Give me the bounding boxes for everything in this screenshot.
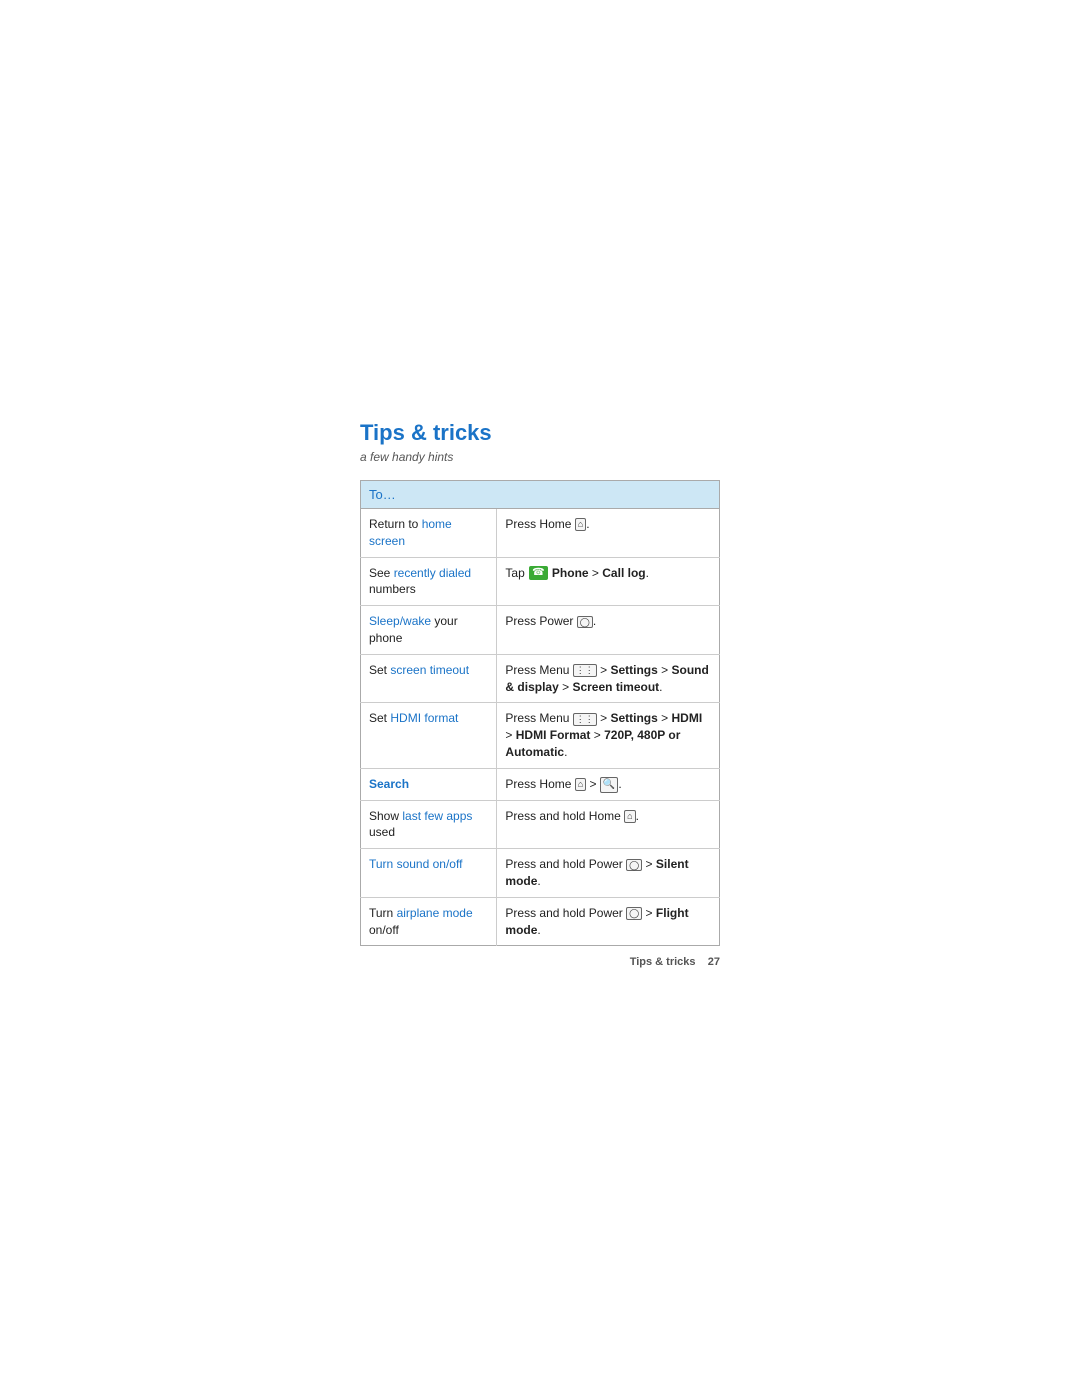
- power-icon-2: ◯: [626, 859, 642, 872]
- bold-settings: Settings: [610, 663, 657, 677]
- table-cell-instruction: Press Menu ⋮⋮ > Settings > HDMI > HDMI F…: [497, 703, 720, 768]
- tips-table: To… Return to home screen Press Home ⌂.: [360, 480, 720, 946]
- bold-flight-mode: Flight mode: [505, 906, 688, 937]
- home-icon: ⌂: [575, 518, 586, 531]
- highlight-sleep-wake: Sleep/wake: [369, 614, 431, 628]
- instruction-bold: Phone: [552, 566, 589, 580]
- highlight-search: Search: [369, 777, 409, 791]
- table-row: Search Press Home ⌂ > 🔍.: [361, 768, 720, 800]
- table-cell-instruction: Press and hold Power ◯ > Flight mode.: [497, 897, 720, 946]
- table-cell-action: Turn airplane mode on/off: [361, 897, 497, 946]
- table-row: Turn sound on/off Press and hold Power ◯…: [361, 849, 720, 898]
- phone-icon: ☎: [529, 566, 547, 580]
- footer-page-number: 27: [708, 956, 720, 968]
- table-row: Set screen timeout Press Menu ⋮⋮ > Setti…: [361, 654, 720, 703]
- table-cell-instruction: Tap ☎ Phone > Call log.: [497, 557, 720, 606]
- page-content: Tips & tricks a few handy hints To… Retu…: [0, 0, 1080, 968]
- table-cell-action: Set screen timeout: [361, 654, 497, 703]
- highlight-hdmi-format: HDMI format: [390, 711, 458, 725]
- highlight-home-screen: home screen: [369, 517, 452, 548]
- table-cell-action: Set HDMI format: [361, 703, 497, 768]
- highlight-last-few-apps: last few apps: [402, 809, 472, 823]
- table-cell-action: See recently dialed numbers: [361, 557, 497, 606]
- bold-settings-2: Settings: [610, 711, 657, 725]
- highlight-recently-dialed: recently dialed: [394, 566, 471, 580]
- table-row: Turn airplane mode on/off Press and hold…: [361, 897, 720, 946]
- table-row: Return to home screen Press Home ⌂.: [361, 509, 720, 558]
- bold-silent-mode: Silent mode: [505, 857, 688, 888]
- footer: Tips & tricks 27: [360, 956, 720, 968]
- power-icon: ◯: [577, 616, 593, 629]
- highlight-screen-timeout: screen timeout: [390, 663, 469, 677]
- table-cell-instruction: Press Power ◯.: [497, 606, 720, 655]
- menu-icon-2: ⋮⋮: [573, 713, 597, 726]
- table-cell-instruction: Press and hold Home ⌂.: [497, 800, 720, 849]
- table-row: Set HDMI format Press Menu ⋮⋮ > Settings…: [361, 703, 720, 768]
- table-cell-instruction: Press and hold Power ◯ > Silent mode.: [497, 849, 720, 898]
- table-row: Show last few apps used Press and hold H…: [361, 800, 720, 849]
- home-icon-3: ⌂: [624, 810, 635, 823]
- table-cell-action: Show last few apps used: [361, 800, 497, 849]
- table-row: See recently dialed numbers Tap ☎ Phone …: [361, 557, 720, 606]
- table-cell-action: Search: [361, 768, 497, 800]
- table-cell-instruction: Press Home ⌂ > 🔍.: [497, 768, 720, 800]
- highlight-turn-sound: Turn sound on/off: [369, 857, 462, 871]
- footer-section-label: Tips & tricks: [630, 956, 696, 968]
- bold-hdmi: HDMI: [671, 711, 702, 725]
- instruction-bold-2: Call log: [602, 566, 645, 580]
- table-header: To…: [361, 481, 720, 509]
- table-cell-instruction: Press Menu ⋮⋮ > Settings > Sound & displ…: [497, 654, 720, 703]
- search-icon: 🔍: [600, 777, 618, 793]
- table-cell-action: Return to home screen: [361, 509, 497, 558]
- power-icon-3: ◯: [626, 907, 642, 920]
- page-title: Tips & tricks: [360, 420, 720, 446]
- page-subtitle: a few handy hints: [360, 450, 720, 464]
- table-cell-action: Sleep/wake your phone: [361, 606, 497, 655]
- section-wrapper: Tips & tricks a few handy hints To… Retu…: [360, 420, 720, 968]
- bold-hdmi-format: HDMI Format: [516, 728, 591, 742]
- table-cell-instruction: Press Home ⌂.: [497, 509, 720, 558]
- bold-screen-timeout: Screen timeout: [572, 680, 659, 694]
- highlight-airplane-mode: airplane mode: [397, 906, 473, 920]
- table-row: Sleep/wake your phone Press Power ◯.: [361, 606, 720, 655]
- home-icon-2: ⌂: [575, 778, 586, 791]
- menu-icon: ⋮⋮: [573, 664, 597, 677]
- table-cell-action: Turn sound on/off: [361, 849, 497, 898]
